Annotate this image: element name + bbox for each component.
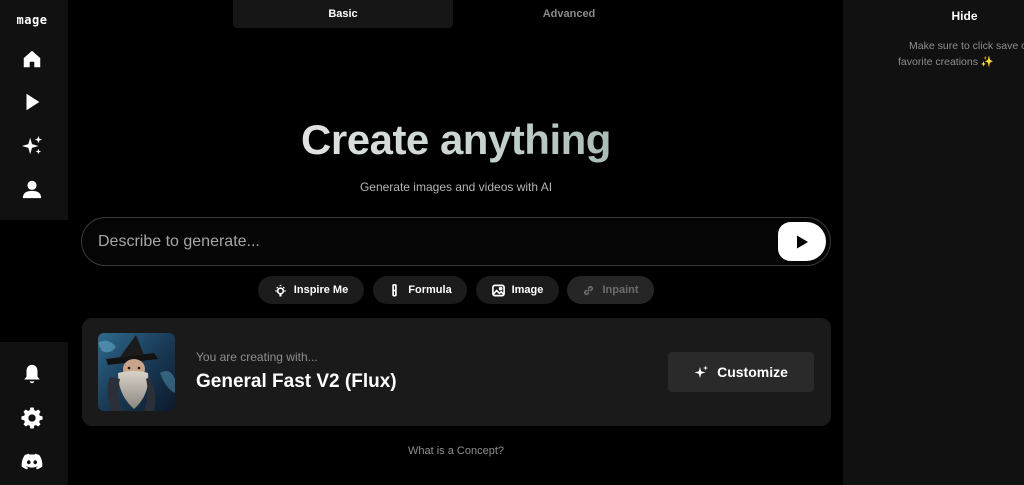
hero-subtitle: Generate images and videos with AI xyxy=(359,180,553,194)
sparkles-icon xyxy=(694,365,709,378)
model-card: You are creating with... General Fast V2… xyxy=(82,318,831,426)
sidebar-top: mage xyxy=(0,0,68,220)
discord-icon[interactable] xyxy=(20,450,44,474)
hide-panel-button[interactable]: Hide xyxy=(843,9,1024,23)
image-icon xyxy=(491,284,505,296)
image-chip[interactable]: Image xyxy=(476,276,559,304)
customize-button[interactable]: Customize xyxy=(668,352,814,392)
formula-label: Formula xyxy=(408,284,452,296)
gear-icon[interactable] xyxy=(20,406,44,430)
bell-icon[interactable] xyxy=(20,362,44,386)
right-panel: Hide Make sure to click save on y favori… xyxy=(843,0,1024,485)
inspire-me-label: Inspire Me xyxy=(293,284,349,296)
inspire-me-chip[interactable]: Inspire Me xyxy=(258,276,364,304)
link-icon xyxy=(584,285,594,295)
inpaint-label: Inpaint xyxy=(602,284,639,296)
save-hint: Make sure to click save on y favorite cr… xyxy=(875,38,1024,70)
sparkles-icon[interactable] xyxy=(20,134,44,158)
generate-button[interactable] xyxy=(778,222,826,261)
sidebar-bottom xyxy=(0,342,68,485)
model-thumbnail[interactable] xyxy=(98,333,175,411)
play-icon[interactable] xyxy=(20,90,44,114)
play-icon xyxy=(797,235,808,248)
tab-basic[interactable]: Basic xyxy=(233,0,453,28)
image-label: Image xyxy=(511,284,544,296)
brand-logo[interactable]: mage xyxy=(0,13,64,27)
formula-chip[interactable]: Formula xyxy=(373,276,467,304)
tab-advanced[interactable]: Advanced xyxy=(459,0,679,28)
creating-with-label: You are creating with... xyxy=(196,350,318,364)
prompt-input[interactable] xyxy=(98,230,758,254)
app-root: mage Basic Advanced Create anything Gene… xyxy=(0,0,1024,485)
mode-tabs: Basic Advanced xyxy=(233,0,684,28)
home-icon[interactable] xyxy=(20,47,44,71)
model-name: General Fast V2 (Flux) xyxy=(196,371,397,392)
save-hint-line1: Make sure to click save on y xyxy=(909,40,1024,52)
prompt-bar xyxy=(81,217,831,266)
customize-label: Customize xyxy=(717,364,788,380)
user-icon[interactable] xyxy=(20,177,44,201)
flask-icon xyxy=(392,283,398,297)
concept-help-link[interactable]: What is a Concept? xyxy=(356,445,556,457)
lightbulb-icon xyxy=(275,284,286,297)
hero-title: Create anything xyxy=(256,116,656,164)
inpaint-chip[interactable]: Inpaint xyxy=(567,276,654,304)
save-hint-line2: favorite creations ✨ xyxy=(898,56,994,68)
